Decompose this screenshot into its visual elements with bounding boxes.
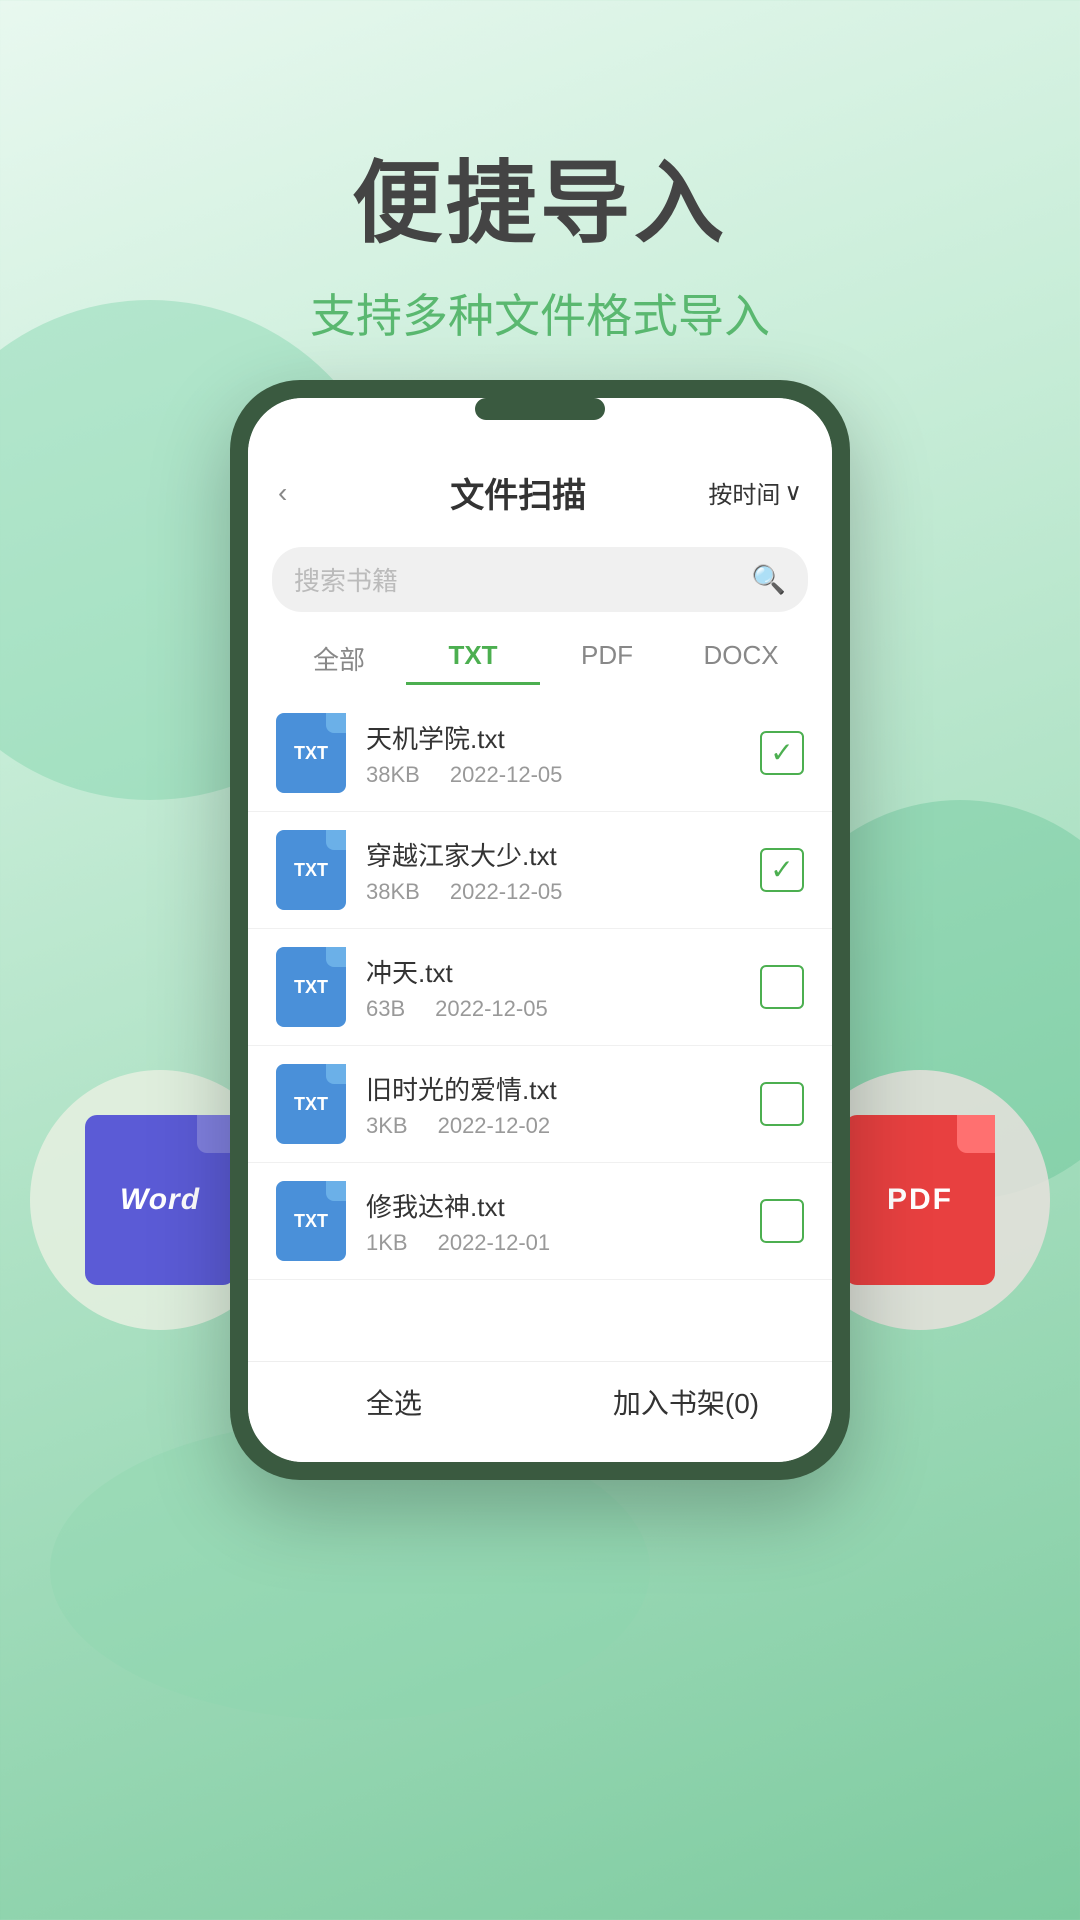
file-checkbox[interactable]: ✓ (760, 731, 804, 775)
file-info: 穿越江家大少.txt 38KB 2022-12-05 (366, 836, 760, 905)
file-info: 天机学院.txt 38KB 2022-12-05 (366, 719, 760, 788)
file-date: 2022-12-01 (438, 1230, 551, 1256)
file-type-icon: TXT (276, 1064, 346, 1144)
file-type-icon: TXT (276, 1181, 346, 1261)
file-checkbox[interactable] (760, 1199, 804, 1243)
file-date: 2022-12-05 (450, 762, 563, 788)
checkmark-icon: ✓ (770, 856, 793, 884)
file-type-icon: TXT (276, 947, 346, 1027)
file-checkbox[interactable] (760, 965, 804, 1009)
back-button[interactable]: ‹ (278, 477, 328, 509)
file-info: 冲天.txt 63B 2022-12-05 (366, 953, 760, 1022)
hero-section: 便捷导入 支持多种文件格式导入 (0, 0, 1080, 346)
checkmark-icon: ✓ (770, 739, 793, 767)
page-title: 文件扫描 (328, 468, 708, 517)
file-list: TXT 天机学院.txt 38KB 2022-12-05 ✓ (248, 695, 832, 1361)
list-item[interactable]: TXT 穿越江家大少.txt 38KB 2022-12-05 ✓ (248, 812, 832, 929)
file-name: 天机学院.txt (366, 719, 760, 756)
file-name: 穿越江家大少.txt (366, 836, 760, 873)
file-date: 2022-12-02 (438, 1113, 551, 1139)
pdf-label: PDF (887, 1183, 953, 1217)
file-meta: 38KB 2022-12-05 (366, 879, 760, 905)
file-meta: 63B 2022-12-05 (366, 996, 760, 1022)
app-content: ‹ 文件扫描 按时间 ∨ 搜索书籍 🔍 全部 TXT PDF (248, 398, 832, 1462)
hero-subtitle: 支持多种文件格式导入 (0, 280, 1080, 346)
tab-txt[interactable]: TXT (406, 632, 540, 685)
file-checkbox[interactable] (760, 1082, 804, 1126)
pdf-document-icon: PDF (845, 1115, 995, 1285)
app-bottom-bar: 全选 加入书架(0) (248, 1361, 832, 1462)
add-to-shelf-button[interactable]: 加入书架(0) (540, 1382, 832, 1422)
list-item[interactable]: TXT 修我达神.txt 1KB 2022-12-01 (248, 1163, 832, 1280)
file-size: 38KB (366, 762, 420, 788)
search-icon: 🔍 (751, 563, 786, 596)
sort-button[interactable]: 按时间 ∨ (708, 475, 802, 510)
phone-mockup: ‹ 文件扫描 按时间 ∨ 搜索书籍 🔍 全部 TXT PDF (230, 380, 850, 1480)
file-size: 38KB (366, 879, 420, 905)
filter-tabs: 全部 TXT PDF DOCX (248, 612, 832, 695)
file-type-icon: TXT (276, 830, 346, 910)
word-label: Word (120, 1183, 200, 1217)
file-meta: 1KB 2022-12-01 (366, 1230, 760, 1256)
file-date: 2022-12-05 (435, 996, 548, 1022)
phone-frame: ‹ 文件扫描 按时间 ∨ 搜索书籍 🔍 全部 TXT PDF (230, 380, 850, 1480)
file-size: 3KB (366, 1113, 408, 1139)
file-meta: 38KB 2022-12-05 (366, 762, 760, 788)
file-checkbox[interactable]: ✓ (760, 848, 804, 892)
tab-all[interactable]: 全部 (272, 632, 406, 685)
file-name: 修我达神.txt (366, 1187, 760, 1224)
list-item[interactable]: TXT 天机学院.txt 38KB 2022-12-05 ✓ (248, 695, 832, 812)
hero-title: 便捷导入 (0, 130, 1080, 260)
search-input[interactable]: 搜索书籍 (294, 561, 751, 598)
list-item[interactable]: TXT 旧时光的爱情.txt 3KB 2022-12-02 (248, 1046, 832, 1163)
select-all-button[interactable]: 全选 (248, 1382, 540, 1422)
file-type-icon: TXT (276, 713, 346, 793)
tab-docx[interactable]: DOCX (674, 632, 808, 685)
file-name: 冲天.txt (366, 953, 760, 990)
file-date: 2022-12-05 (450, 879, 563, 905)
list-item[interactable]: TXT 冲天.txt 63B 2022-12-05 (248, 929, 832, 1046)
phone-notch (475, 398, 605, 420)
sort-arrow: ∨ (784, 478, 802, 507)
file-info: 修我达神.txt 1KB 2022-12-01 (366, 1187, 760, 1256)
word-document-icon: Word (85, 1115, 235, 1285)
file-meta: 3KB 2022-12-02 (366, 1113, 760, 1139)
phone-screen: ‹ 文件扫描 按时间 ∨ 搜索书籍 🔍 全部 TXT PDF (248, 398, 832, 1462)
search-bar[interactable]: 搜索书籍 🔍 (272, 547, 808, 612)
tab-pdf[interactable]: PDF (540, 632, 674, 685)
file-info: 旧时光的爱情.txt 3KB 2022-12-02 (366, 1070, 760, 1139)
file-size: 1KB (366, 1230, 408, 1256)
file-size: 63B (366, 996, 405, 1022)
sort-label: 按时间 (708, 475, 780, 510)
file-name: 旧时光的爱情.txt (366, 1070, 760, 1107)
